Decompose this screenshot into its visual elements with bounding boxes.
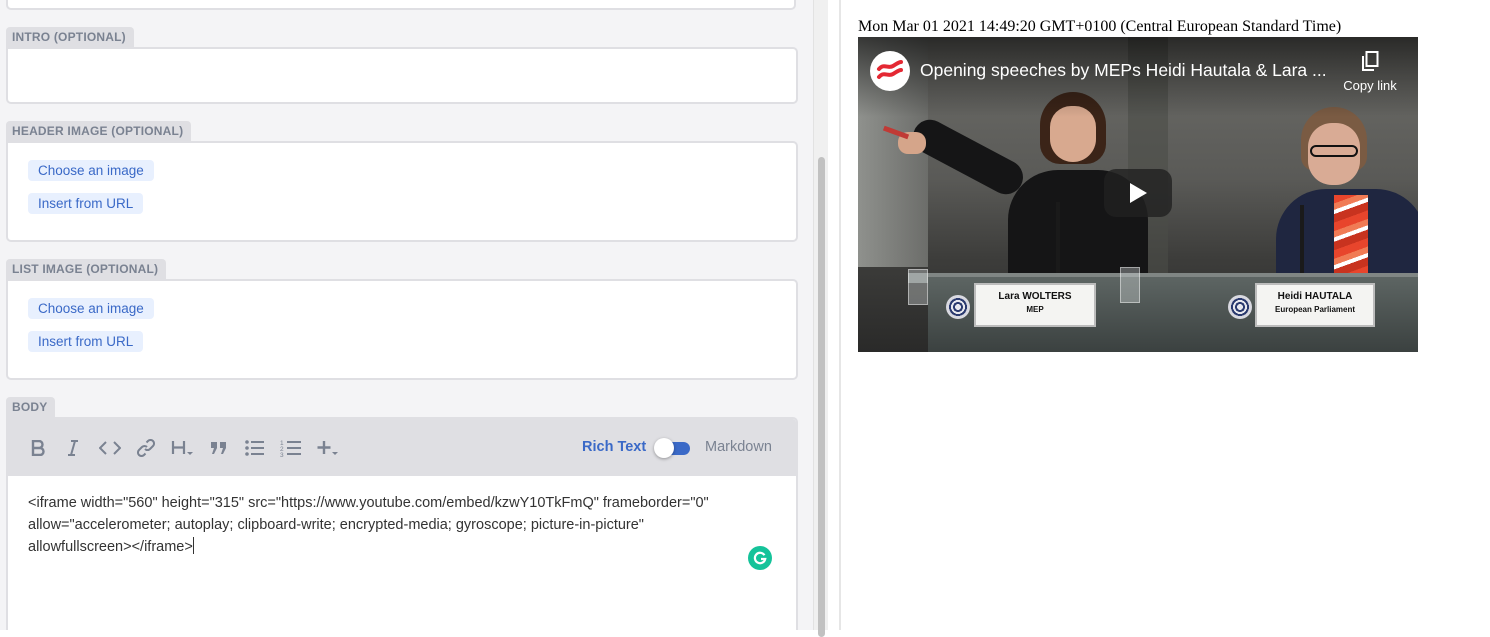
italic-icon[interactable]: [61, 438, 85, 458]
intro-input[interactable]: [6, 47, 798, 104]
video-speaker-right: [1276, 107, 1418, 309]
nameplate-right-role: European Parliament: [1274, 305, 1356, 314]
editor-pane: INTRO (OPTIONAL) HEADER IMAGE (OPTIONAL)…: [0, 0, 813, 630]
water-glass: [908, 269, 928, 305]
markdown-mode-label[interactable]: Markdown: [705, 439, 772, 455]
plus-icon[interactable]: [315, 438, 341, 458]
quote-icon[interactable]: [207, 438, 231, 458]
previous-field-input[interactable]: [6, 0, 796, 10]
nameplate-left-name: Lara WOLTERS: [998, 291, 1072, 302]
body-line: allow="accelerometer; autoplay; clipboar…: [28, 517, 644, 533]
editor-scrollbar[interactable]: [813, 0, 828, 637]
parliament-logo: [1228, 295, 1252, 319]
text-caret: [192, 537, 194, 554]
list-choose-image-button[interactable]: Choose an image: [28, 298, 154, 319]
body-line-text: allowfullscreen></iframe>: [28, 539, 193, 555]
svg-text:3: 3: [280, 452, 284, 457]
rich-text-mode-label[interactable]: Rich Text: [582, 439, 646, 455]
header-insert-url-button[interactable]: Insert from URL: [28, 193, 144, 214]
intro-label: INTRO (OPTIONAL): [6, 27, 134, 48]
copy-icon: [1362, 51, 1379, 71]
code-icon[interactable]: [98, 438, 122, 458]
scrollbar-thumb[interactable]: [818, 157, 825, 637]
nameplate-left-role: MEP: [1026, 305, 1044, 314]
nameplate-right: Heidi HAUTALA European Parliament: [1255, 283, 1375, 327]
body-line-last: allowfullscreen></iframe>: [28, 536, 778, 558]
channel-avatar[interactable]: [870, 51, 910, 91]
bold-icon[interactable]: [26, 438, 50, 458]
body-label: BODY: [6, 397, 56, 418]
embedded-video[interactable]: Lara WOLTERS MEP Heidi HAUTALA European …: [858, 37, 1418, 352]
microphone: [1056, 202, 1060, 282]
list-image-label: LIST IMAGE (OPTIONAL): [6, 259, 167, 280]
list-image-field: Choose an image Insert from URL: [6, 279, 798, 380]
toggle-knob: [654, 438, 674, 458]
grammarly-icon[interactable]: [748, 546, 772, 570]
body-editor: 123 Rich Text Markdown <iframe width="56…: [6, 417, 798, 630]
play-icon: [1130, 183, 1147, 203]
heading-icon[interactable]: [170, 438, 196, 458]
header-image-label: HEADER IMAGE (OPTIONAL): [6, 121, 192, 142]
video-title[interactable]: Opening speeches by MEPs Heidi Hautala &…: [920, 60, 1327, 81]
list-insert-url-button[interactable]: Insert from URL: [28, 331, 144, 352]
channel-logo-icon: [877, 60, 903, 79]
copy-link-button[interactable]: Copy link: [1338, 51, 1402, 93]
header-image-field: Choose an image Insert from URL: [6, 141, 798, 242]
preview-date: Mon Mar 01 2021 14:49:20 GMT+0100 (Centr…: [858, 18, 1342, 35]
microphone: [1300, 205, 1304, 283]
header-choose-image-button[interactable]: Choose an image: [28, 160, 154, 181]
body-line: <iframe width="560" height="315" src="ht…: [28, 495, 709, 511]
nameplate-right-name: Heidi HAUTALA: [1277, 291, 1353, 302]
bulleted-list-icon[interactable]: [243, 438, 267, 458]
body-text-area[interactable]: <iframe width="560" height="315" src="ht…: [28, 492, 778, 558]
link-icon[interactable]: [134, 438, 158, 458]
pane-divider: [839, 0, 841, 630]
numbered-list-icon[interactable]: 123: [279, 438, 303, 458]
parliament-logo: [946, 295, 970, 319]
copy-link-label: Copy link: [1343, 78, 1397, 93]
nameplate-left: Lara WOLTERS MEP: [974, 283, 1096, 327]
body-toolbar: 123 Rich Text Markdown: [8, 419, 796, 476]
editor-mode-toggle[interactable]: [654, 438, 692, 458]
play-button[interactable]: [1104, 169, 1172, 217]
water-glass: [1120, 267, 1140, 303]
